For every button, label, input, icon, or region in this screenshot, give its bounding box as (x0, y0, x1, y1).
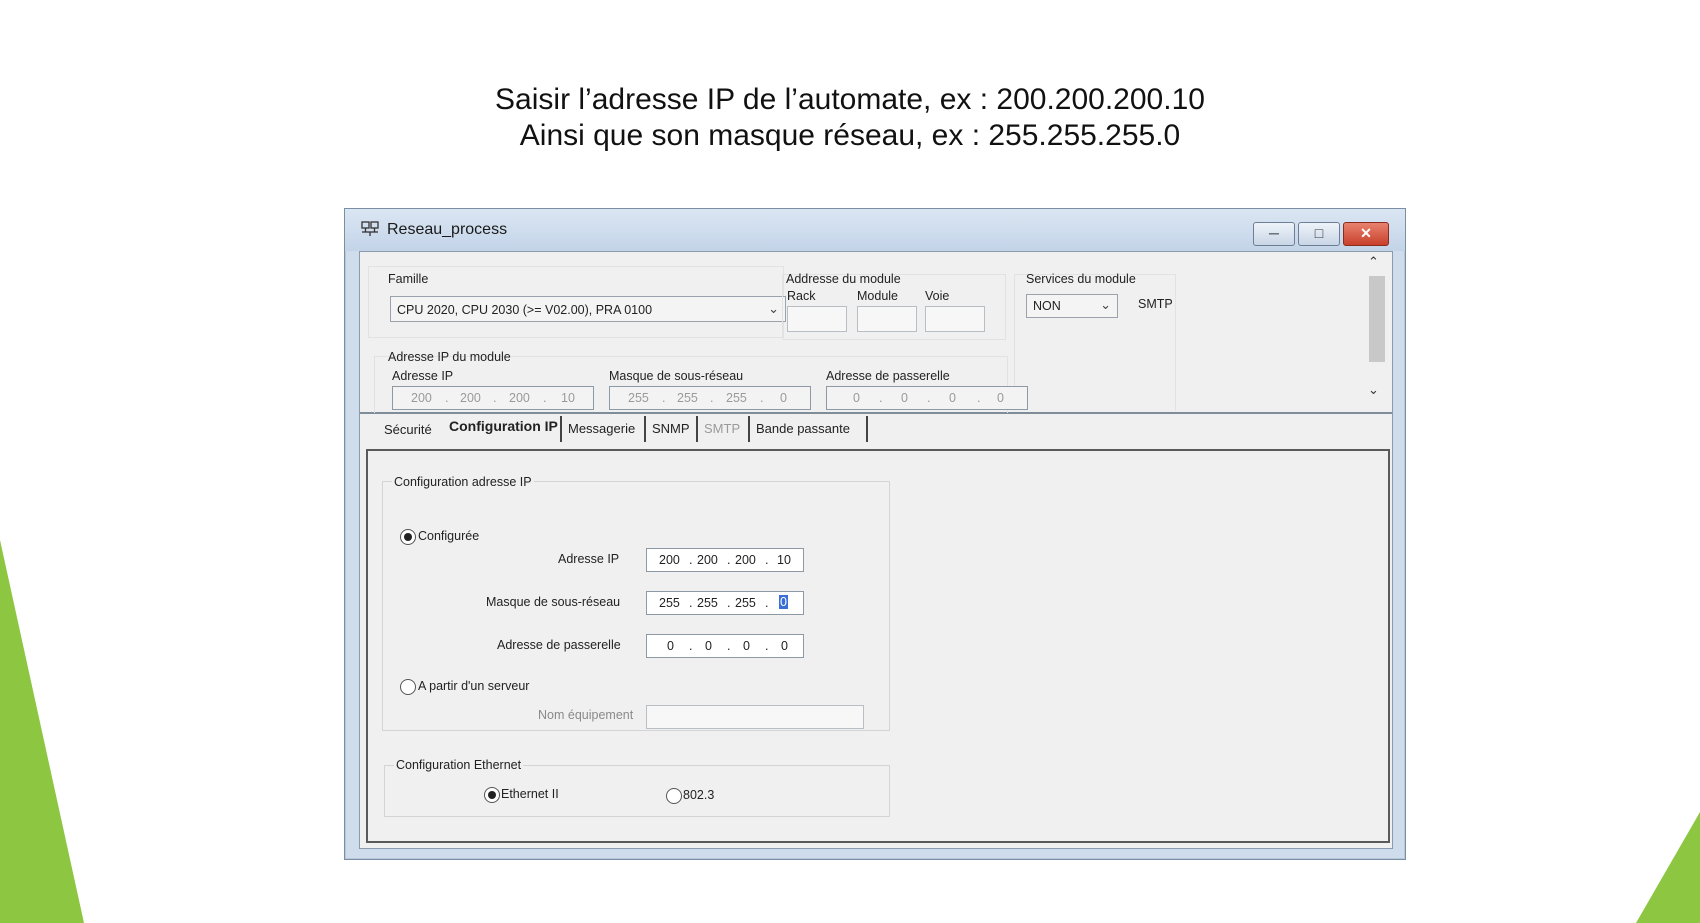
module-gateway-label: Adresse de passerelle (826, 369, 950, 383)
rack-field[interactable] (787, 306, 847, 332)
ip-address-field[interactable]: 200. 200. 200. 10 (646, 548, 804, 572)
module-ip-group-label: Adresse IP du module (388, 350, 511, 364)
mask-octet: 255 (659, 596, 680, 610)
gateway-octet: 0 (667, 639, 674, 653)
app-window: Reseau_process ─ □ ✕ Famille CPU 2020, C… (344, 208, 1406, 860)
maximize-button[interactable]: □ (1298, 222, 1340, 246)
left-green-triangle (0, 540, 84, 923)
famille-label: Famille (388, 272, 429, 286)
ethernet-group-label: Configuration Ethernet (394, 758, 524, 772)
gateway-octet: 0 (705, 639, 712, 653)
tab-securite[interactable]: Sécurité (384, 422, 432, 437)
module-mask-label: Masque de sous-réseau (609, 369, 744, 383)
slide-title-line-2: Ainsi que son masque réseau, ex : 255.25… (519, 119, 1181, 152)
configured-radio[interactable] (400, 529, 416, 545)
mask-octet: 255 (726, 391, 747, 405)
ip-label: Adresse IP (558, 552, 620, 566)
voie-field[interactable] (925, 306, 985, 332)
tab-strip: Sécurité Configuration IP Messagerie SNM… (360, 414, 1392, 448)
gateway-octet: 0 (901, 391, 908, 405)
title-bar[interactable]: Reseau_process ─ □ ✕ (345, 209, 1405, 251)
module-gateway-field[interactable]: 0. 0. 0. 0 (826, 386, 1028, 410)
configuration-ip-panel: Configuration adresse IP Configurée Adre… (366, 449, 1390, 843)
mask-octet: 255 (735, 596, 756, 610)
subnet-mask-field[interactable]: 255. 255. 255. 0 (646, 591, 804, 615)
module-address-label: Addresse du module (786, 272, 901, 286)
scroll-up-icon[interactable]: ⌃ (1368, 254, 1379, 270)
famille-select-value: CPU 2020, CPU 2030 (>= V02.00), PRA 0100 (397, 303, 653, 317)
configured-label: Configurée (418, 529, 480, 543)
famille-select[interactable]: CPU 2020, CPU 2030 (>= V02.00), PRA 0100… (390, 296, 786, 322)
minimize-icon: ─ (1269, 225, 1279, 241)
module-settings-area: Famille CPU 2020, CPU 2030 (>= V02.00), … (360, 252, 1392, 414)
tab-bande-passante[interactable]: Bande passante (748, 416, 868, 442)
ethernet-ii-radio[interactable] (484, 787, 500, 803)
config-address-group (382, 481, 890, 731)
voie-label: Voie (925, 289, 950, 303)
gateway-field[interactable]: 0. 0. 0. 0 (646, 634, 804, 658)
gateway-label: Adresse de passerelle (497, 638, 621, 652)
ip-octet: 200 (460, 391, 481, 405)
gateway-octet: 0 (997, 391, 1004, 405)
server-radio[interactable] (400, 679, 416, 695)
close-button[interactable]: ✕ (1343, 222, 1389, 246)
tab-messagerie[interactable]: Messagerie (560, 416, 644, 442)
tab-snmp[interactable]: SNMP (644, 416, 696, 442)
mask-label: Masque de sous-réseau (486, 595, 621, 609)
ip-octet: 200 (659, 553, 680, 567)
network-icon (361, 221, 379, 236)
gateway-octet: 0 (781, 639, 788, 653)
module-ip-field[interactable]: 200. 200. 200. 10 (392, 386, 594, 410)
tab-configuration-ip[interactable]: Configuration IP (449, 418, 558, 434)
mask-octet: 255 (628, 391, 649, 405)
scroll-down-icon[interactable]: ⌄ (1368, 382, 1379, 398)
gateway-octet: 0 (949, 391, 956, 405)
vertical-scrollbar[interactable]: ⌃ ⌄ (1365, 252, 1387, 410)
ip-octet: 200 (697, 553, 718, 567)
ip-octet: 10 (777, 553, 791, 567)
ip-octet: 200 (735, 553, 756, 567)
mask-octet-selected: 0 (779, 595, 788, 609)
window-client-area: Famille CPU 2020, CPU 2030 (>= V02.00), … (359, 251, 1393, 849)
ethernet-group (384, 765, 890, 817)
mask-octet: 255 (697, 596, 718, 610)
minimize-button[interactable]: ─ (1253, 222, 1295, 246)
device-name-label: Nom équipement (538, 708, 634, 722)
mask-octet: 255 (677, 391, 698, 405)
rack-label: Rack (787, 289, 816, 303)
chevron-down-icon: ⌄ (1100, 297, 1111, 312)
services-select-value: NON (1033, 299, 1061, 313)
services-select[interactable]: NON ⌄ (1026, 294, 1118, 318)
server-label: A partir d'un serveur (418, 679, 530, 693)
gateway-octet: 0 (853, 391, 860, 405)
maximize-icon: □ (1314, 225, 1324, 241)
scroll-thumb[interactable] (1369, 276, 1385, 362)
ip-octet: 200 (411, 391, 432, 405)
slide-title-line-1: Saisir l’adresse IP de l’automate, ex : … (495, 83, 1205, 116)
ip-octet: 200 (509, 391, 530, 405)
gateway-octet: 0 (743, 639, 750, 653)
module-field[interactable] (857, 306, 917, 332)
module-label: Module (857, 289, 898, 303)
mask-octet: 0 (780, 391, 787, 405)
services-label: Services du module (1026, 272, 1136, 286)
chevron-down-icon: ⌄ (768, 301, 779, 316)
slide-title: Saisir l’adresse IP de l’automate, ex : … (0, 82, 1700, 154)
ieee-802-3-label: 802.3 (683, 788, 715, 802)
module-ip-label: Adresse IP (392, 369, 454, 383)
ieee-802-3-radio[interactable] (666, 788, 682, 804)
close-icon: ✕ (1360, 225, 1372, 241)
ethernet-ii-label: Ethernet II (501, 787, 559, 801)
tab-smtp[interactable]: SMTP (696, 416, 748, 442)
ip-octet: 10 (561, 391, 575, 405)
smtp-label: SMTP (1138, 297, 1173, 311)
right-green-triangle (1636, 812, 1700, 923)
config-address-group-label: Configuration adresse IP (392, 475, 534, 489)
window-title: Reseau_process (387, 221, 508, 238)
device-name-field[interactable] (646, 705, 864, 729)
module-mask-field[interactable]: 255. 255. 255. 0 (609, 386, 811, 410)
